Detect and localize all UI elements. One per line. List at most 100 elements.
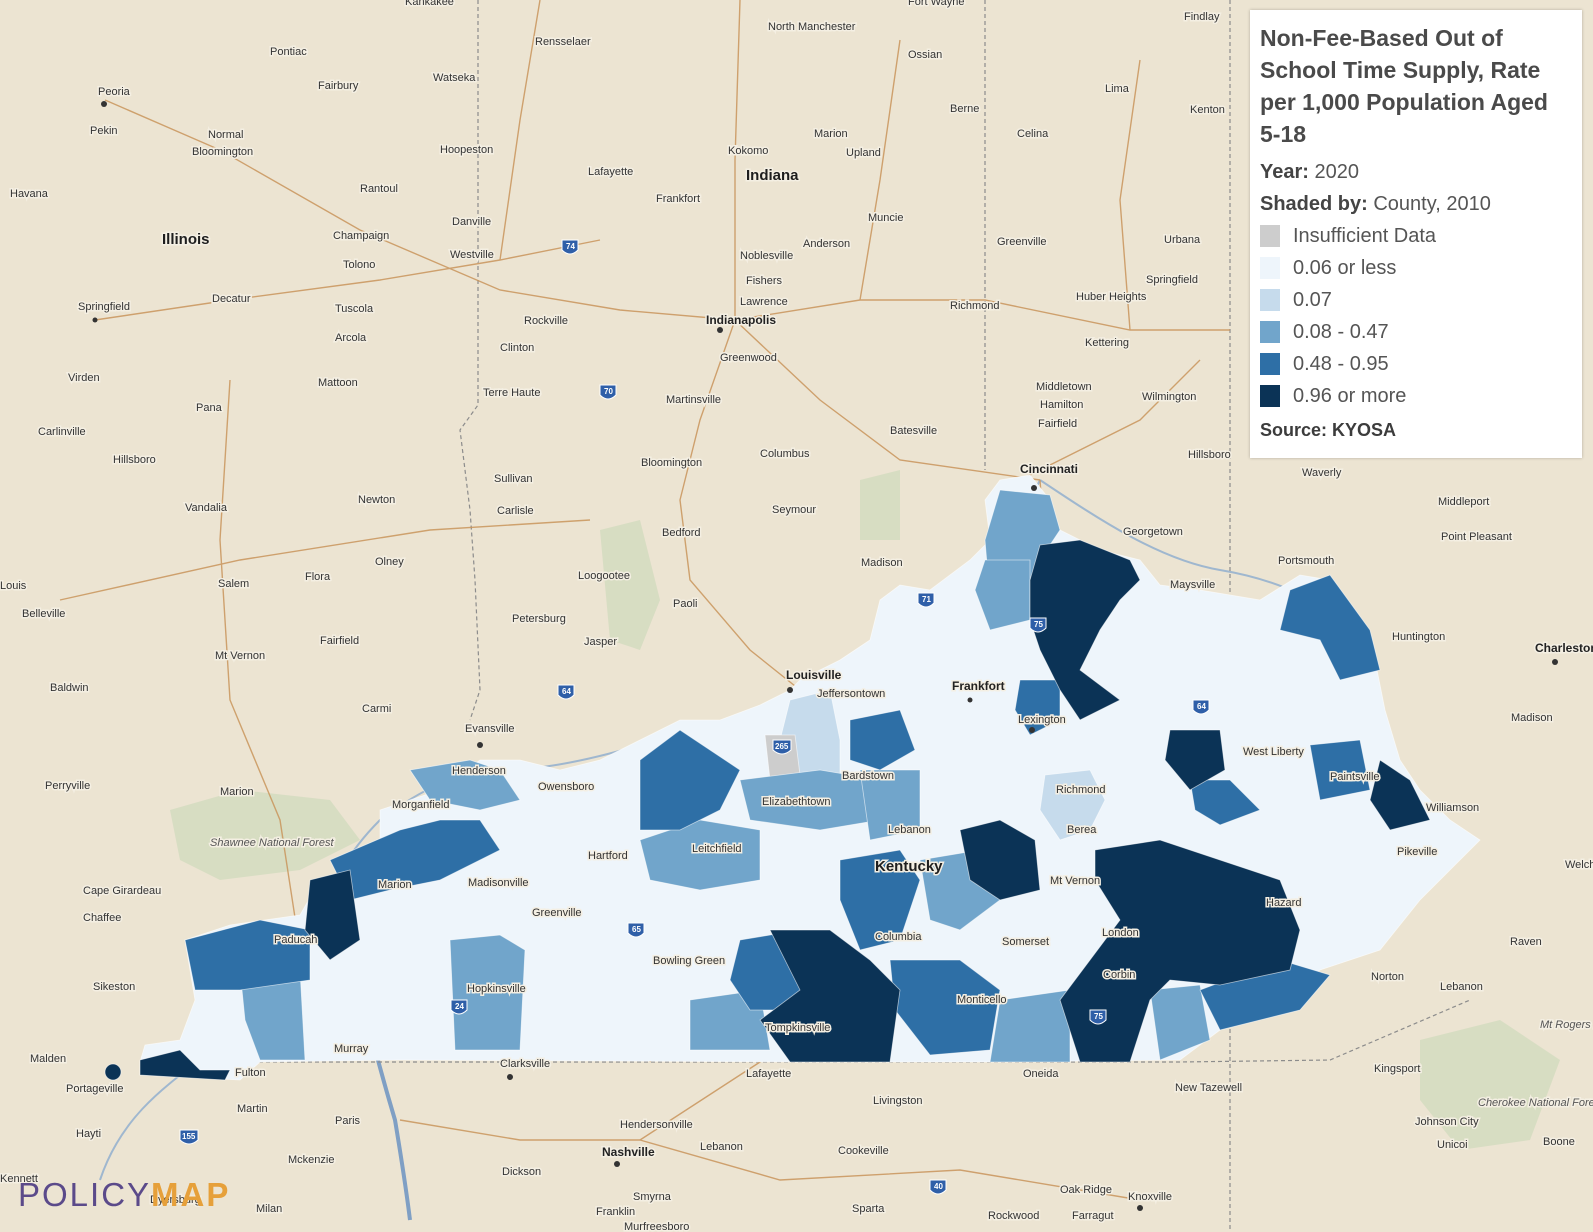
legend-swatch [1260, 385, 1280, 407]
city-label: Williamson [1426, 802, 1479, 814]
city-label: Hoopeston [440, 144, 493, 156]
city-label: Sparta [852, 1203, 885, 1215]
city-label: Lafayette [746, 1068, 791, 1080]
city-label: Paintsville [1330, 771, 1380, 783]
city-label: Fairfield [1038, 418, 1077, 430]
city-label: Ossian [908, 49, 942, 61]
city-label: Findlay [1184, 11, 1220, 23]
city-label: Madisonville [468, 877, 529, 889]
svg-text:64: 64 [1197, 702, 1206, 711]
city-label: Portsmouth [1278, 555, 1334, 567]
svg-text:70: 70 [604, 387, 613, 396]
city-label: Salem [218, 578, 249, 590]
city-label: Carlinville [38, 426, 86, 438]
city-label: Hillsboro [1188, 449, 1231, 461]
svg-text:75: 75 [1034, 620, 1043, 629]
city-label: Maysville [1170, 579, 1215, 591]
city-label: Farragut [1072, 1210, 1114, 1222]
shaded-label: Shaded by: [1260, 193, 1368, 215]
city-label: Elizabethtown [762, 796, 831, 808]
city-label: Knoxville [1128, 1191, 1172, 1203]
legend-panel: Non-Fee-Based Out of School Time Supply,… [1250, 10, 1582, 458]
state-label-indiana: Indiana [746, 167, 799, 184]
city-label: Hayti [76, 1128, 101, 1140]
source-note: Source: KYOSA [1260, 420, 1397, 440]
city-label: Springfield [78, 301, 130, 313]
county-096-d [104, 1063, 122, 1081]
city-label: Mckenzie [288, 1154, 334, 1166]
city-label: Charleston [1535, 641, 1593, 655]
city-label: Madison [861, 557, 903, 569]
svg-text:24: 24 [455, 1002, 464, 1011]
city-label: Evansville [465, 723, 515, 735]
city-label: North Manchester [768, 21, 856, 33]
city-label: Pontiac [270, 46, 307, 58]
svg-text:75: 75 [1094, 1012, 1103, 1021]
city-label: Leitchfield [692, 843, 742, 855]
city-label: Sikeston [93, 981, 135, 993]
city-label: Cookeville [838, 1145, 889, 1157]
year-row: Year: 2020 [1260, 156, 1572, 188]
city-label: Peoria [98, 86, 131, 98]
city-label: Vandalia [185, 502, 228, 514]
city-label: Morganfield [392, 799, 449, 811]
city-label: Paris [335, 1115, 361, 1127]
city-label: Petersburg [512, 613, 566, 625]
city-label: Louis [0, 580, 27, 592]
city-label: Boone [1543, 1136, 1575, 1148]
city-label: Seymour [772, 504, 816, 516]
legend-item: 0.08 - 0.47 [1260, 316, 1572, 348]
city-label: Murfreesboro [624, 1221, 689, 1232]
city-label: West Liberty [1243, 746, 1304, 758]
legend-item-label: 0.96 or more [1293, 384, 1407, 407]
city-label: Nashville [602, 1145, 655, 1159]
city-label: Greenville [532, 907, 582, 919]
city-label: Loogootee [578, 570, 630, 582]
city-label: Chaffee [83, 912, 121, 924]
legend-swatch [1260, 353, 1280, 375]
city-label: Kankakee [405, 0, 454, 8]
city-label: Kokomo [728, 145, 768, 157]
city-label: Newton [358, 494, 395, 506]
county-048-j [1309, 739, 1371, 801]
legend-item-label: 0.08 - 0.47 [1293, 320, 1389, 343]
policymap-logo[interactable]: POLICYMAP [18, 1176, 230, 1214]
city-label: Lima [1105, 83, 1130, 95]
city-label: Terre Haute [483, 387, 540, 399]
city-label: Mt Vernon [215, 650, 265, 662]
city-label: Somerset [1002, 936, 1049, 948]
legend-item-label: 0.06 or less [1293, 256, 1397, 279]
city-label: Carmi [362, 703, 391, 715]
city-label: Champaign [333, 230, 389, 242]
city-label: Indianapolis [706, 313, 776, 327]
city-label: Milan [256, 1203, 282, 1215]
legend-item-label: 0.07 [1293, 288, 1332, 311]
city-label: Corbin [1103, 969, 1135, 981]
city-label: Perryville [45, 780, 90, 792]
svg-text:64: 64 [562, 687, 571, 696]
city-label: Bardstown [842, 770, 894, 782]
city-label: Smyrna [633, 1191, 672, 1203]
legend-item: 0.96 or more [1260, 380, 1572, 412]
city-label: Martin [237, 1103, 268, 1115]
city-label: Rockwood [988, 1210, 1039, 1222]
city-label: Berea [1067, 824, 1097, 836]
city-label: Louisville [786, 668, 842, 682]
city-label: Baldwin [50, 682, 89, 694]
city-label: Richmond [950, 300, 1000, 312]
city-label: Springfield [1146, 274, 1198, 286]
city-label: Olney [375, 556, 404, 568]
city-label: Arcola [335, 332, 367, 344]
city-label: Malden [30, 1053, 66, 1065]
city-label: Waverly [1302, 467, 1342, 479]
city-label: Normal [208, 129, 243, 141]
city-label: Frankfort [952, 679, 1005, 693]
city-label: Franklin [596, 1206, 635, 1218]
city-label: Kingsport [1374, 1063, 1420, 1075]
city-label: Tompkinsville [765, 1022, 830, 1034]
city-label: Bloomington [192, 146, 253, 158]
legend-item-label: Insufficient Data [1293, 224, 1437, 247]
city-label: Virden [68, 372, 100, 384]
city-label: Portageville [66, 1083, 123, 1095]
city-label: Belleville [22, 608, 65, 620]
